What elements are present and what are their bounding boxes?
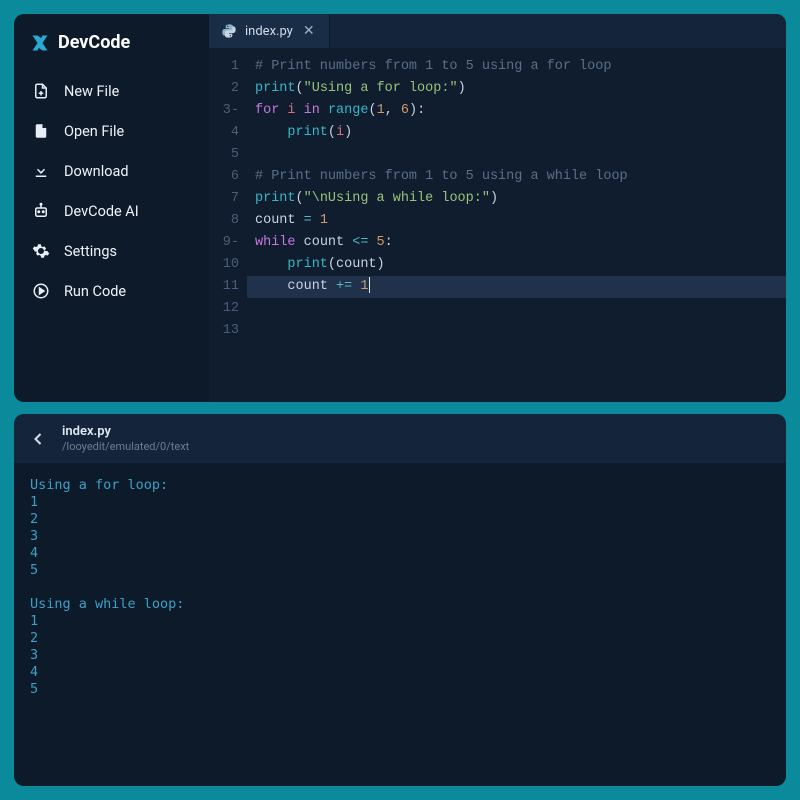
code-area[interactable]: 123-456789-10111213 # Print numbers from…	[209, 48, 786, 402]
line-number: 4	[209, 122, 239, 144]
code-body[interactable]: # Print numbers from 1 to 5 using a for …	[247, 48, 786, 402]
line-number: 5	[209, 144, 239, 166]
line-number: 10	[209, 254, 239, 276]
file-plus-icon	[32, 82, 50, 100]
nav-label: Open File	[64, 123, 124, 140]
nav-label: DevCode AI	[64, 203, 139, 220]
code-line[interactable]: count = 1	[255, 210, 786, 232]
nav-run-code[interactable]: Run Code	[24, 271, 199, 311]
line-number: 6	[209, 166, 239, 188]
back-arrow-icon[interactable]	[28, 429, 48, 449]
line-number: 1	[209, 56, 239, 78]
play-circle-icon	[32, 282, 50, 300]
nav-label: Settings	[64, 243, 117, 260]
tab-filename: index.py	[245, 24, 293, 39]
nav-label: Run Code	[64, 283, 126, 300]
line-number: 12	[209, 298, 239, 320]
code-line[interactable]	[255, 144, 786, 166]
editor-tab[interactable]: index.py ✕	[209, 14, 330, 48]
nav-devcode-ai[interactable]: DevCode AI	[24, 191, 199, 231]
output-filename: index.py	[62, 424, 189, 439]
nav-new-file[interactable]: New File	[24, 71, 199, 111]
text-cursor	[369, 277, 370, 293]
editor-panel: DevCode New File Open File Download DevC…	[14, 14, 786, 402]
code-line[interactable]: for i in range(1, 6):	[255, 100, 786, 122]
code-line[interactable]: # Print numbers from 1 to 5 using a whil…	[255, 166, 786, 188]
line-gutter: 123-456789-10111213	[209, 48, 247, 402]
download-icon	[32, 162, 50, 180]
nav-open-file[interactable]: Open File	[24, 111, 199, 151]
nav-label: Download	[64, 163, 129, 180]
logo-icon	[30, 33, 50, 53]
file-icon	[32, 122, 50, 140]
nav-download[interactable]: Download	[24, 151, 199, 191]
line-number: 7	[209, 188, 239, 210]
output-panel: index.py /looyedit/emulated/0/text Using…	[14, 414, 786, 786]
nav-label: New File	[64, 83, 119, 100]
code-line[interactable]: # Print numbers from 1 to 5 using a for …	[255, 56, 786, 78]
nav-settings[interactable]: Settings	[24, 231, 199, 271]
code-line[interactable]: count += 1	[255, 276, 786, 298]
line-number: 11	[209, 276, 239, 298]
output-body[interactable]: Using a for loop: 1 2 3 4 5 Using a whil…	[14, 463, 786, 786]
robot-icon	[32, 202, 50, 220]
code-line[interactable]: print("\nUsing a while loop:")	[255, 188, 786, 210]
app-title: DevCode	[58, 32, 130, 53]
code-line[interactable]: while count <= 5:	[255, 232, 786, 254]
gear-icon	[32, 242, 50, 260]
tab-close-icon[interactable]: ✕	[301, 23, 317, 39]
sidebar: DevCode New File Open File Download DevC…	[14, 14, 209, 402]
python-icon	[221, 23, 237, 39]
code-line[interactable]: print(i)	[255, 122, 786, 144]
line-number: 13	[209, 320, 239, 342]
line-number: 2	[209, 78, 239, 100]
line-number: 8	[209, 210, 239, 232]
code-line[interactable]: print("Using a for loop:")	[255, 78, 786, 100]
line-number: 9-	[209, 232, 239, 254]
code-line[interactable]: print(count)	[255, 254, 786, 276]
app-logo[interactable]: DevCode	[24, 28, 199, 71]
output-header: index.py /looyedit/emulated/0/text	[14, 414, 786, 463]
code-editor: index.py ✕ 123-456789-10111213 # Print n…	[209, 14, 786, 402]
tab-bar: index.py ✕	[209, 14, 786, 48]
code-line[interactable]	[255, 298, 786, 320]
code-line[interactable]	[255, 320, 786, 342]
line-number: 3-	[209, 100, 239, 122]
output-filepath: /looyedit/emulated/0/text	[62, 440, 189, 453]
